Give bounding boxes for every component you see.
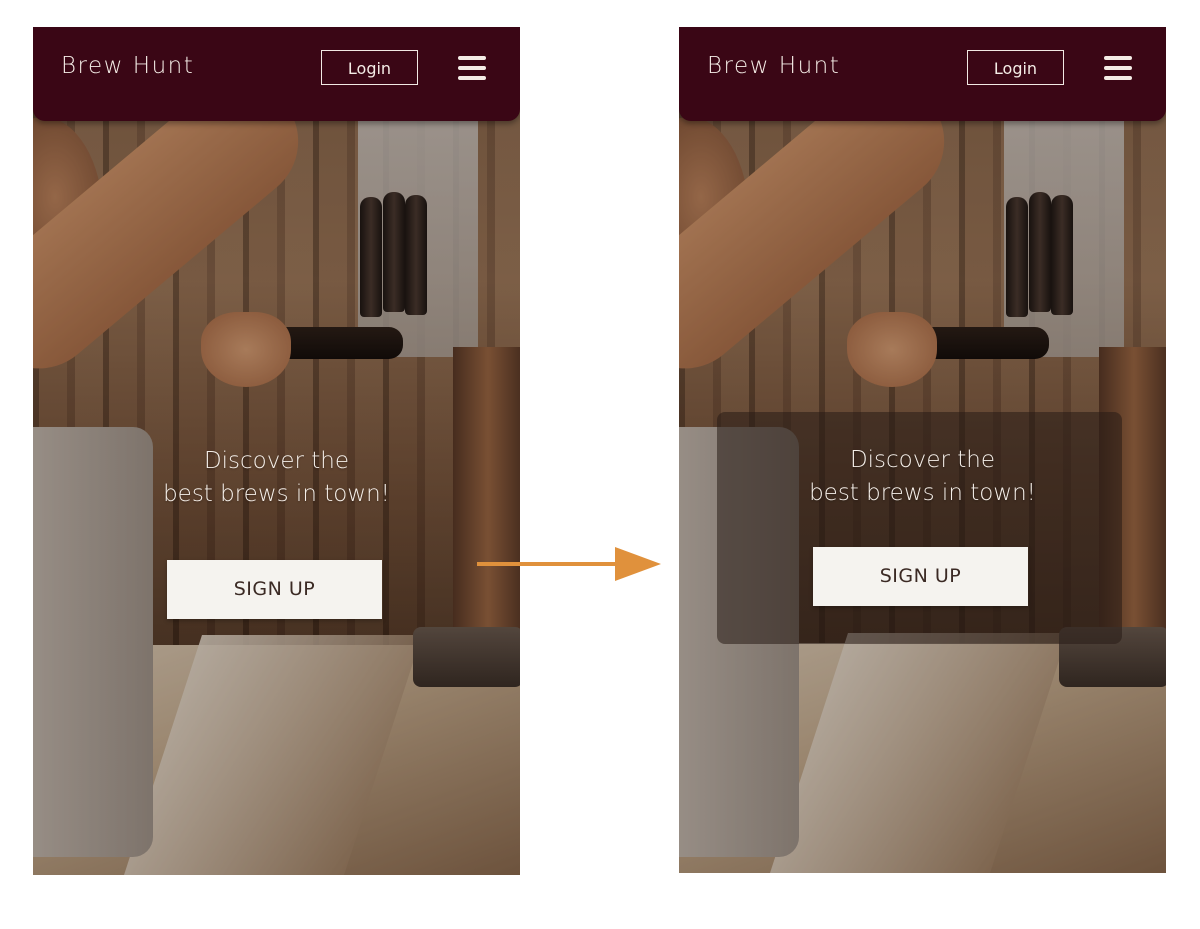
hamburger-icon[interactable] (458, 56, 486, 80)
hero-line-2: best brews in town! (809, 480, 1036, 506)
login-button[interactable]: Login (321, 50, 418, 85)
hero-line-1: Discover the (849, 447, 996, 473)
login-button[interactable]: Login (967, 50, 1064, 85)
brand-logo[interactable]: Brew Hunt (707, 53, 840, 79)
hero-headline: Discover the best brews in town! (679, 444, 1166, 510)
right-arrow-icon (477, 547, 662, 581)
mockup-after: Brew Hunt Login Discover the best brews … (679, 27, 1166, 873)
app-header: Brew Hunt Login (679, 27, 1166, 121)
hero-line-2: best brews in town! (163, 481, 390, 507)
hamburger-icon[interactable] (1104, 56, 1132, 80)
brand-logo[interactable]: Brew Hunt (61, 53, 194, 79)
signup-button[interactable]: SIGN UP (167, 560, 382, 619)
mockup-before: Brew Hunt Login Discover the best brews … (33, 27, 520, 875)
hero-line-1: Discover the (203, 448, 350, 474)
signup-button[interactable]: SIGN UP (813, 547, 1028, 606)
app-header: Brew Hunt Login (33, 27, 520, 121)
hero-headline: Discover the best brews in town! (33, 445, 520, 511)
